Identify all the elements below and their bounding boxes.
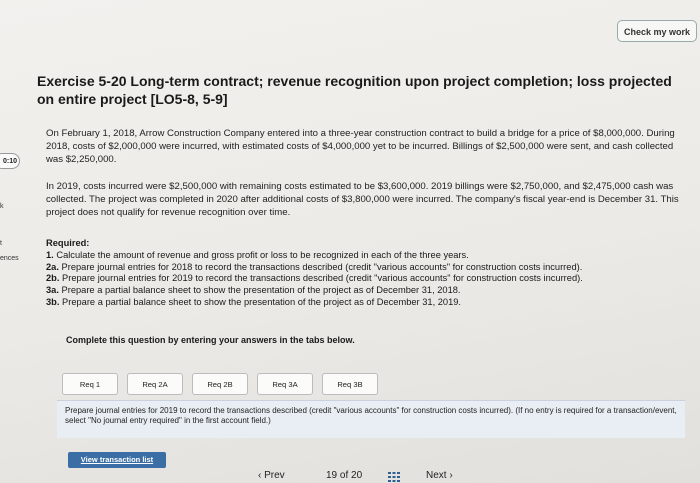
check-my-work-button[interactable]: Check my work — [617, 20, 697, 42]
tab-req-2a[interactable]: Req 2A — [127, 373, 183, 395]
required-section: Required: 1. Calculate the amount of rev… — [46, 238, 691, 309]
required-item: 2b. Prepare journal entries for 2019 to … — [46, 273, 583, 284]
grid-icon[interactable] — [388, 472, 400, 482]
page-indicator: 19 of 20 — [326, 470, 362, 483]
problem-paragraph-2: In 2019, costs incurred were $2,500,000 … — [46, 181, 679, 218]
required-heading: Required: — [46, 238, 90, 248]
required-item: 3a. Prepare a partial balance sheet to s… — [46, 285, 461, 296]
tab-req-3a[interactable]: Req 3A — [257, 373, 313, 395]
view-transaction-list-button[interactable]: View transaction list — [68, 452, 166, 468]
edge-fragment-3: ences — [0, 255, 19, 262]
tab-instruction-panel: Prepare journal entries for 2019 to reco… — [57, 400, 685, 438]
edge-fragment-2: t — [0, 240, 2, 247]
tab-req-3b[interactable]: Req 3B — [322, 373, 378, 395]
of-label: of — [339, 470, 349, 481]
edge-fragment-1: k — [0, 203, 4, 210]
required-item: 3b. Prepare a partial balance sheet to s… — [46, 296, 462, 307]
left-edge-panel: 0:10 k t ences — [0, 0, 22, 483]
current-page: 19 — [326, 470, 338, 481]
required-item: 2a. Prepare journal entries for 2018 to … — [46, 261, 583, 272]
next-button[interactable]: Next › — [426, 470, 453, 483]
next-label: Next — [426, 470, 447, 481]
prev-button[interactable]: ‹ Prev — [258, 470, 285, 483]
tab-req-2b[interactable]: Req 2B — [192, 373, 248, 395]
required-item: 1. Calculate the amount of revenue and g… — [46, 249, 469, 260]
tab-req-1[interactable]: Req 1 — [62, 373, 118, 395]
exercise-title: Exercise 5-20 Long-term contract; revenu… — [37, 73, 672, 107]
problem-paragraph-1: On February 1, 2018, Arrow Construction … — [46, 128, 675, 165]
complete-question-label: Complete this question by entering your … — [66, 335, 355, 345]
prev-label: Prev — [264, 470, 285, 481]
requirement-tabs: Req 1 Req 2A Req 2B Req 3A Req 3B — [62, 373, 378, 395]
chevron-right-icon: › — [446, 470, 453, 481]
total-pages: 20 — [351, 470, 363, 481]
timer-badge: 0:10 — [0, 153, 20, 169]
